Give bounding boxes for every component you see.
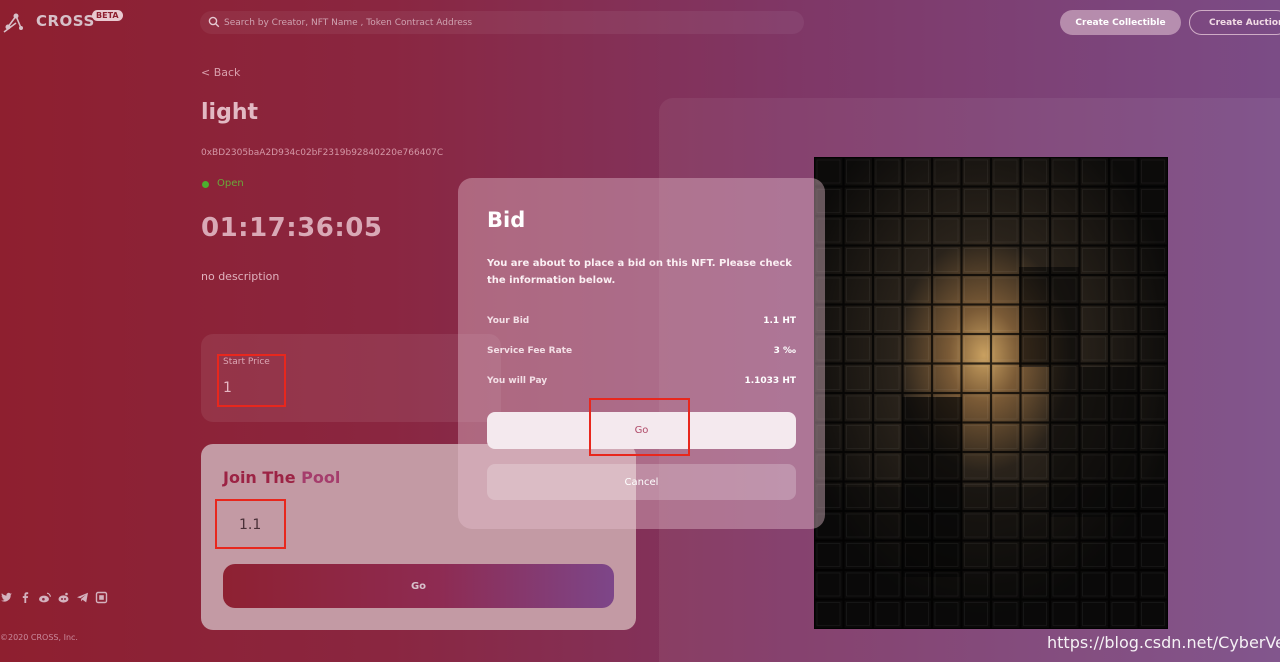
highlight-box-bid-amount [215,499,286,549]
weibo-icon[interactable] [38,591,51,604]
join-pool-title: Join The Pool [223,468,340,487]
join-pool-title-part1: Join The [223,468,302,487]
weibo-alt-icon[interactable] [57,591,70,604]
nft-description: no description [201,270,280,283]
status-dot-icon [202,181,209,188]
your-bid-label: Your Bid [487,316,530,326]
create-collectible-button[interactable]: Create Collectible [1060,10,1181,35]
you-will-pay-value: 1.1033 HT [744,376,796,386]
twitter-icon[interactable] [0,591,13,604]
social-links [0,591,108,604]
modal-title: Bid [487,208,526,232]
cross-logo-icon[interactable] [2,10,26,34]
service-fee-value: 3 ‰ [773,346,796,356]
contract-address[interactable]: 0xBD2305baA2D934c02bF2319b92840220e76640… [201,148,443,158]
coinmarket-icon[interactable] [95,591,108,604]
service-fee-label: Service Fee Rate [487,346,573,356]
pool-go-button[interactable]: Go [223,564,614,608]
nft-artwork-image [814,157,1168,629]
logo-text[interactable]: CROSS [36,12,95,30]
modal-message: You are about to place a bid on this NFT… [487,258,792,286]
countdown-timer: 01:17:36:05 [201,213,383,243]
highlight-box-go-button [589,398,690,456]
status-text: Open [217,178,244,189]
you-will-pay-label: You will Pay [487,376,548,386]
beta-badge: BETA [92,10,123,21]
nft-title: light [201,100,259,125]
watermark-text: https://blog.csdn.net/CyberVein [1047,633,1280,652]
facebook-icon[interactable] [19,591,32,604]
create-auction-button[interactable]: Create Auction [1189,10,1280,35]
back-link[interactable]: < Back [201,66,240,79]
highlight-box-start-price [217,354,286,407]
search-input[interactable] [224,11,794,34]
telegram-icon[interactable] [76,591,89,604]
modal-cancel-button[interactable]: Cancel [487,464,796,500]
copyright-text: ©2020 CROSS, Inc. [0,633,78,642]
search-icon [208,16,220,28]
your-bid-value: 1.1 HT [763,316,796,326]
join-pool-title-part2: Pool [301,468,341,487]
